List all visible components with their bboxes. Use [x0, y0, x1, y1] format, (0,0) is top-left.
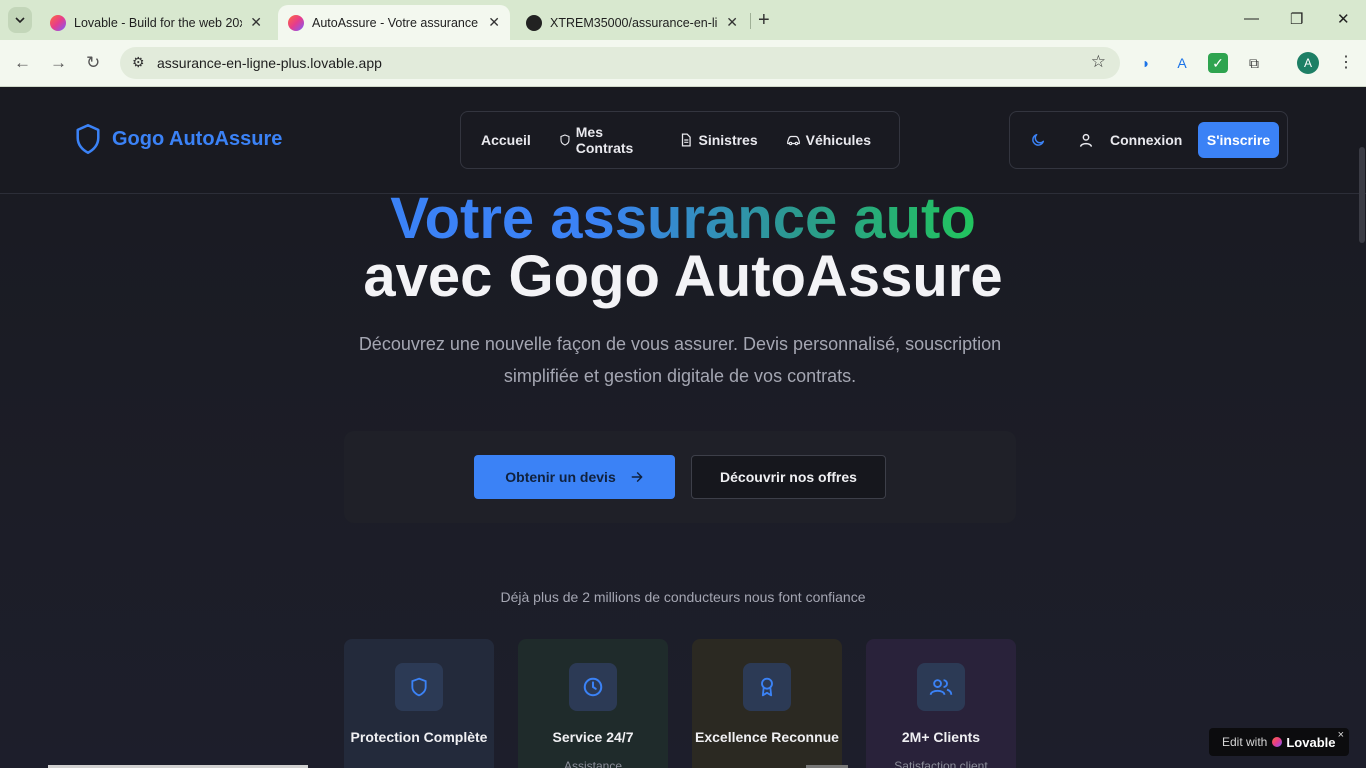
bookmark-star-icon[interactable]: ☆: [1091, 52, 1106, 72]
clock-icon: [583, 677, 603, 697]
feature-icon-box: [569, 663, 617, 711]
chevron-down-icon: [15, 17, 25, 24]
site-info-icon[interactable]: ⚙: [132, 54, 145, 71]
brand-name: Gogo AutoAssure: [112, 127, 283, 150]
url-text[interactable]: assurance-en-ligne-plus.lovable.app: [157, 55, 382, 71]
feature-icon-box: [917, 663, 965, 711]
arrow-right-icon: [631, 472, 643, 482]
edit-with-lovable-badge[interactable]: Edit with Lovable ×: [1209, 728, 1349, 756]
close-tab-icon[interactable]: ✕: [726, 14, 738, 31]
site-logo[interactable]: Gogo AutoAssure: [74, 123, 282, 155]
tab-search-button[interactable]: [8, 7, 32, 33]
feature-card-excellence: Excellence Reconnue: [692, 639, 842, 768]
nav-accueil[interactable]: Accueil: [481, 132, 531, 148]
feature-title: Excellence Reconnue: [695, 729, 839, 745]
nav-mes-contrats[interactable]: Mes Contrats: [559, 124, 652, 156]
browser-menu-icon[interactable]: ⋮: [1338, 52, 1354, 72]
new-tab-plus-icon[interactable]: +: [758, 9, 770, 32]
nav-label: Véhicules: [805, 132, 871, 148]
shield-extension-icon[interactable]: ✓: [1208, 53, 1228, 73]
users-icon: [929, 679, 953, 696]
feature-title: Service 24/7: [552, 729, 634, 745]
hero-title-gradient: Votre assurance auto: [390, 186, 976, 251]
hero-title-plain: avec Gogo AutoAssure: [363, 244, 1003, 309]
close-tab-icon[interactable]: ✕: [250, 14, 262, 31]
shield-logo-icon: [76, 124, 100, 154]
award-icon: [761, 677, 773, 697]
tab-autoassure[interactable]: AutoAssure - Votre assurance auto ✕: [278, 5, 510, 40]
trust-text: Déjà plus de 2 millions de conducteurs n…: [500, 589, 866, 605]
lovable-heart-icon: [1272, 737, 1283, 747]
main-navigation: Accueil Mes Contrats Sinistres Véhicules: [460, 111, 900, 169]
page-scrollbar[interactable]: [1359, 147, 1365, 243]
feature-icon-box: [395, 663, 443, 711]
tab-title: XTREM35000/assurance-en-ligne: [550, 15, 718, 30]
minimize-icon[interactable]: —: [1244, 10, 1259, 27]
back-arrow-icon[interactable]: ←: [14, 53, 31, 73]
address-bar[interactable]: ⚙ assurance-en-ligne-plus.lovable.app ☆: [120, 47, 1120, 79]
close-tab-icon[interactable]: ✕: [488, 14, 500, 31]
moon-theme-toggle-icon[interactable]: [1030, 132, 1046, 148]
feature-card-service: Service 24/7 Assistance: [518, 639, 668, 768]
badge-prefix: Edit with: [1222, 735, 1268, 749]
discover-offers-button[interactable]: Découvrir nos offres: [691, 455, 886, 499]
login-button[interactable]: Connexion: [1110, 132, 1182, 148]
tab-title: Lovable - Build for the web 20x: [74, 15, 242, 30]
tab-lovable[interactable]: Lovable - Build for the web 20x ✕: [40, 5, 272, 40]
tab-separator: [750, 13, 751, 29]
feature-card-protection: Protection Complète: [344, 639, 494, 768]
account-actions: Connexion S'inscrire: [1009, 111, 1288, 169]
reload-icon[interactable]: ↻: [86, 53, 100, 73]
translate-icon[interactable]: A: [1172, 53, 1192, 73]
feature-icon-box: [743, 663, 791, 711]
profile-avatar[interactable]: A: [1297, 52, 1319, 74]
hero-subtitle: Découvrez une nouvelle façon de vous ass…: [358, 334, 1002, 386]
nav-sinistres[interactable]: Sinistres: [679, 132, 758, 148]
close-window-icon[interactable]: ✕: [1337, 10, 1350, 28]
web-page: Gogo AutoAssure Accueil Mes Contrats Sin…: [0, 87, 1366, 768]
nav-label: Sinistres: [698, 132, 758, 148]
feature-title: Protection Complète: [350, 729, 488, 745]
lovable-favicon-icon: [288, 14, 304, 31]
tab-github[interactable]: XTREM35000/assurance-en-ligne ✕: [516, 5, 748, 40]
lovable-favicon-icon: [50, 14, 66, 31]
browser-toolbar: ← → ↻ ⚙ assurance-en-ligne-plus.lovable.…: [0, 40, 1366, 87]
github-icon: [526, 14, 542, 31]
nav-label: Accueil: [481, 132, 531, 148]
get-quote-label: Obtenir un devis: [505, 469, 616, 485]
car-icon: [786, 135, 800, 146]
badge-brand: Lovable: [1286, 734, 1336, 750]
nav-label: Mes Contrats: [575, 124, 634, 156]
browser-tab-bar: Lovable - Build for the web 20x ✕ AutoAs…: [0, 0, 1366, 40]
read-aloud-icon[interactable]: ◗: [1136, 53, 1156, 73]
feature-subtitle: Assistance: [563, 759, 623, 768]
site-header: Gogo AutoAssure Accueil Mes Contrats Sin…: [0, 87, 1366, 194]
cta-container: Obtenir un devis Découvrir nos offres: [344, 431, 1016, 523]
extensions-puzzle-icon[interactable]: ⧉: [1244, 53, 1264, 73]
nav-vehicules[interactable]: Véhicules: [786, 132, 871, 148]
user-icon: [1079, 133, 1093, 147]
forward-arrow-icon[interactable]: →: [50, 53, 67, 73]
shield-icon: [411, 677, 427, 697]
feature-title: 2M+ Clients: [901, 729, 981, 745]
document-icon: [682, 133, 692, 147]
shield-icon: [560, 134, 570, 146]
feature-subtitle: Satisfaction client: [894, 759, 988, 768]
tab-title: AutoAssure - Votre assurance auto: [312, 15, 480, 30]
get-quote-button[interactable]: Obtenir un devis: [474, 455, 675, 499]
restore-icon[interactable]: ❐: [1290, 10, 1303, 28]
badge-close-icon[interactable]: ×: [1338, 729, 1344, 741]
signup-button[interactable]: S'inscrire: [1198, 122, 1279, 158]
feature-card-clients: 2M+ Clients Satisfaction client: [866, 639, 1016, 768]
